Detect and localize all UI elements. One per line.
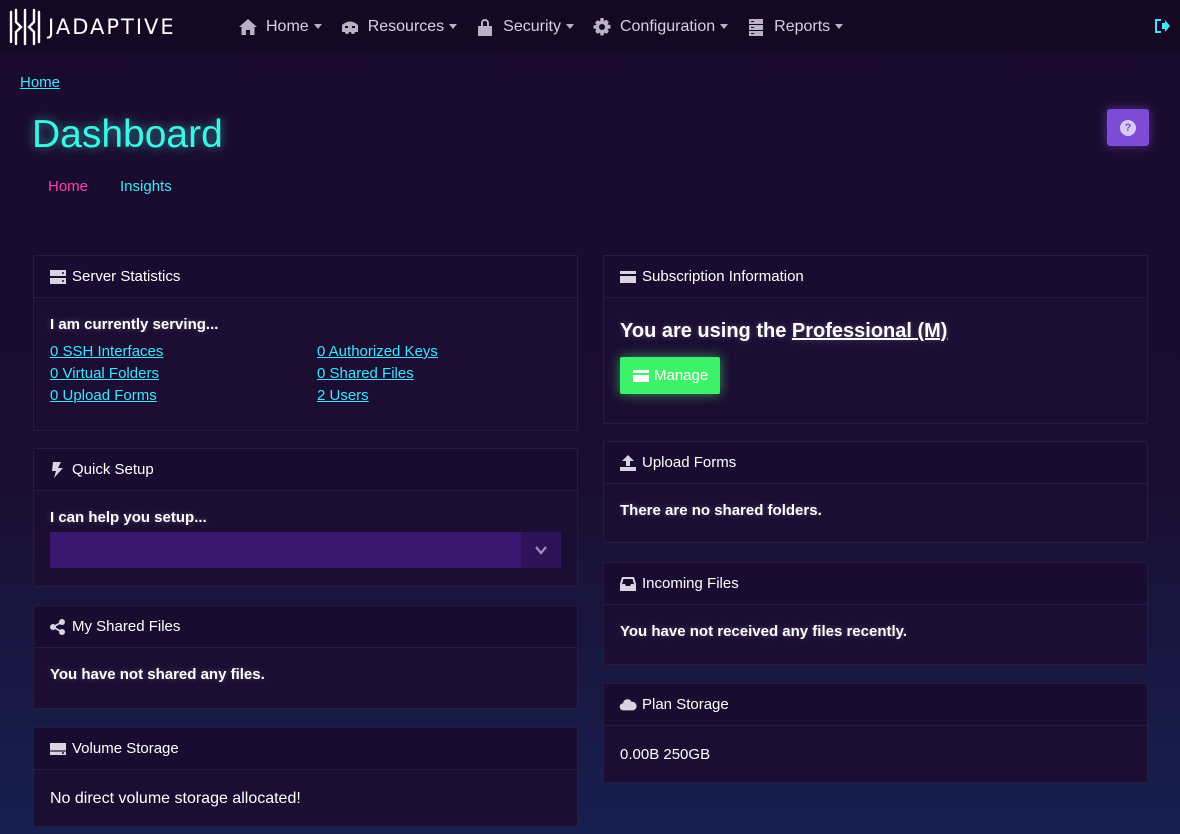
upload-forms-message: There are no shared folders. — [620, 502, 822, 519]
card-title: Subscription Information — [642, 268, 804, 285]
cloud-icon — [619, 698, 637, 710]
truck-icon — [341, 21, 358, 34]
nav-item-label: Home — [266, 17, 309, 35]
manage-button[interactable]: Manage — [620, 357, 721, 394]
users-link[interactable]: 2 Users — [317, 387, 517, 404]
card-header: My Shared Files — [34, 606, 577, 648]
card-title: Upload Forms — [642, 454, 737, 471]
lock-icon — [478, 18, 493, 36]
top-navbar: JADAPTIVE Home Resources Security Config… — [0, 0, 1180, 53]
caret-down-icon — [720, 24, 729, 29]
breadcrumb-home[interactable]: Home — [20, 74, 60, 91]
volume-storage-message: No direct volume storage allocated! — [50, 790, 301, 807]
server-statistics-card: Server Statistics I am currently serving… — [33, 255, 578, 431]
incoming-files-message: You have not received any files recently… — [620, 623, 908, 640]
shared-files-message: You have not shared any files. — [50, 666, 265, 683]
caret-down-icon — [835, 24, 844, 29]
page-title: Dashboard — [32, 113, 223, 156]
shared-files-link[interactable]: 0 Shared Files — [317, 365, 517, 382]
nav-item-label: Security — [503, 17, 561, 35]
caret-down-icon — [313, 24, 322, 29]
upload-forms-link[interactable]: 0 Upload Forms — [50, 387, 317, 404]
upload-forms-card: Upload Forms There are no shared folders… — [603, 441, 1148, 543]
volume-storage-card: Volume Storage No direct volume storage … — [33, 727, 578, 827]
card-header: Server Statistics — [34, 256, 577, 298]
caret-down-icon — [565, 24, 574, 29]
hdd-icon — [50, 742, 66, 755]
plan-storage-card: Plan Storage 0.00B 250GB — [603, 683, 1148, 783]
card-title: My Shared Files — [72, 618, 181, 635]
help-button[interactable]: ? — [1107, 109, 1149, 146]
card-title: Server Statistics — [72, 268, 181, 285]
jadaptive-logo-icon — [9, 8, 41, 46]
setup-select[interactable] — [50, 532, 561, 568]
bolt-icon — [52, 461, 63, 478]
brand-logo[interactable]: JADAPTIVE — [8, 8, 176, 46]
brand-name: JADAPTIVE — [48, 15, 176, 39]
card-header: Plan Storage — [604, 684, 1147, 726]
server-icon — [749, 18, 764, 36]
chevron-down-icon[interactable] — [521, 532, 561, 568]
nav-item-home[interactable]: Home — [238, 17, 322, 37]
ssh-interfaces-link[interactable]: 0 SSH Interfaces — [50, 343, 317, 360]
share-icon — [50, 618, 65, 635]
card-title: Volume Storage — [72, 740, 179, 757]
question-icon: ? — [1120, 119, 1136, 136]
virtual-folders-link[interactable]: 0 Virtual Folders — [50, 365, 317, 382]
card-title: Plan Storage — [642, 696, 729, 713]
plan-storage-used: 0.00B — [620, 746, 660, 763]
nav-item-label: Configuration — [619, 17, 716, 35]
subscription-plan-line: You are using the Professional (M) — [620, 320, 1131, 343]
main-menu: Home Resources Security Configuration Re… — [238, 0, 861, 53]
caret-down-icon — [449, 24, 458, 29]
card-title: Quick Setup — [72, 461, 154, 478]
tab-insights[interactable]: Insights — [120, 178, 172, 195]
gear-icon — [593, 17, 611, 35]
nav-item-resources[interactable]: Resources — [340, 17, 458, 37]
nav-item-label: Resources — [367, 17, 445, 35]
sign-out-icon[interactable] — [1153, 17, 1171, 35]
subscription-prefix: You are using the — [620, 320, 787, 342]
card-header: Volume Storage — [34, 728, 577, 770]
home-icon — [239, 18, 257, 35]
card-header: Upload Forms — [604, 442, 1147, 484]
card-header: Subscription Information — [604, 256, 1147, 298]
nav-item-configuration[interactable]: Configuration — [592, 17, 729, 37]
nav-item-reports[interactable]: Reports — [746, 17, 844, 37]
my-shared-files-card: My Shared Files You have not shared any … — [33, 605, 578, 709]
card-header: Quick Setup — [34, 449, 577, 491]
authorized-keys-link[interactable]: 0 Authorized Keys — [317, 343, 517, 360]
upload-icon — [620, 454, 636, 471]
dashboard-tabs: Home Insights — [48, 178, 204, 195]
subscription-card: Subscription Information You are using t… — [603, 255, 1148, 424]
plan-storage-total: 250GB — [663, 746, 711, 763]
credit-card-icon — [633, 369, 649, 382]
nav-item-label: Reports — [774, 17, 831, 35]
card-header: Incoming Files — [604, 563, 1147, 605]
tab-home[interactable]: Home — [48, 178, 88, 195]
nav-item-security[interactable]: Security — [475, 17, 574, 37]
quick-setup-card: Quick Setup I can help you setup... — [33, 448, 578, 587]
setup-intro: I can help you setup... — [50, 509, 207, 526]
manage-label: Manage — [654, 367, 709, 384]
credit-card-icon — [620, 270, 636, 283]
server-icon — [50, 269, 66, 284]
incoming-files-card: Incoming Files You have not received any… — [603, 562, 1148, 665]
card-title: Incoming Files — [642, 575, 739, 592]
serving-intro: I am currently serving... — [50, 316, 219, 333]
plan-link[interactable]: Professional (M) — [792, 320, 948, 342]
inbox-icon — [620, 576, 636, 591]
